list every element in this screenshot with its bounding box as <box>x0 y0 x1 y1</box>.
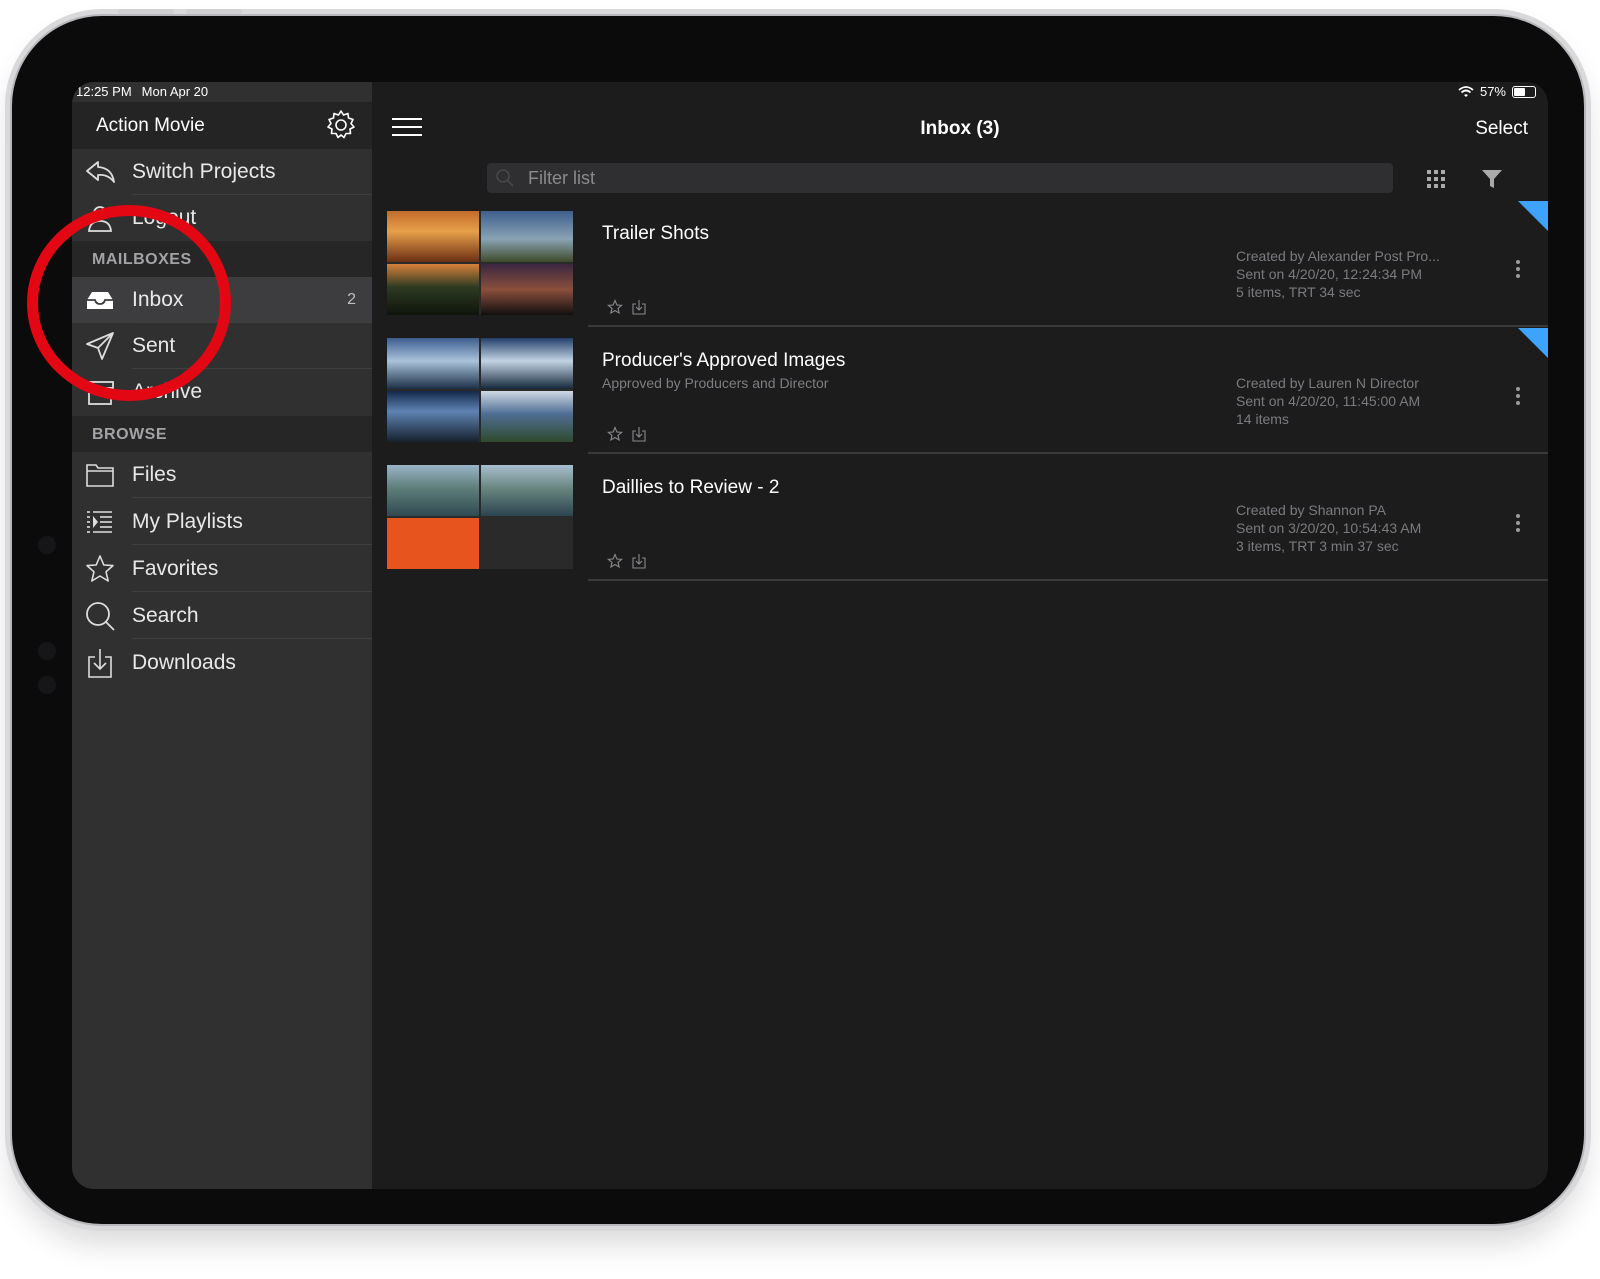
favorites-label: Favorites <box>132 557 219 580</box>
back-arrow-icon <box>86 161 115 183</box>
filter-placeholder: Filter list <box>528 168 595 188</box>
sidebar-header: Action Movie <box>72 102 372 149</box>
volume-button <box>186 9 242 14</box>
item-meta: Created by Alexander Post Pro... Sent on… <box>1236 248 1440 300</box>
download-icon <box>88 649 112 678</box>
volume-button <box>118 9 174 14</box>
divider <box>588 579 1548 581</box>
more-options-icon[interactable] <box>1515 386 1521 406</box>
item-title: Daillies to Review - 2 <box>602 477 780 498</box>
item-meta: Created by Lauren N Director Sent on 4/2… <box>1236 375 1421 427</box>
star-icon[interactable] <box>607 299 623 315</box>
sidebar-item-files[interactable]: Files <box>72 452 372 498</box>
star-icon[interactable] <box>607 426 623 442</box>
status-bar-right: 57% <box>1458 84 1536 99</box>
my-playlists-label: My Playlists <box>132 510 243 533</box>
more-options-icon[interactable] <box>1515 259 1521 279</box>
search-icon <box>86 602 115 631</box>
page-title: Inbox (3) <box>920 118 1000 139</box>
screen: Action Movie Switch Projects Logout MAIL… <box>72 82 1548 1189</box>
download-icon[interactable] <box>632 553 646 569</box>
star-icon[interactable] <box>607 553 623 569</box>
download-icon[interactable] <box>632 299 646 315</box>
sidebar-item-downloads[interactable]: Downloads <box>72 640 372 686</box>
item-title: Producer's Approved Images <box>602 350 846 371</box>
status-bar-left: 12:25 PM Mon Apr 20 <box>76 84 218 99</box>
divider <box>132 544 372 545</box>
divider <box>588 325 1548 327</box>
sensor-dot <box>38 676 56 694</box>
sensor-dot <box>38 642 56 660</box>
item-subtitle: Approved by Producers and Director <box>602 375 829 391</box>
browse-header: BROWSE <box>72 416 372 452</box>
status-time: 12:25 PM <box>76 84 132 99</box>
thumbnail <box>387 211 573 315</box>
divider <box>132 638 372 639</box>
star-icon <box>86 555 114 582</box>
switch-projects-label: Switch Projects <box>132 160 276 183</box>
inbox-count-badge: 2 <box>347 291 356 308</box>
main-panel: Inbox (3) Select Filter list Trailer Sho… <box>372 82 1548 1189</box>
list-item[interactable]: Daillies to Review - 2 Created by Shanno… <box>372 455 1548 581</box>
camera-dot <box>38 536 56 554</box>
downloads-label: Downloads <box>132 651 236 674</box>
more-options-icon[interactable] <box>1515 513 1521 533</box>
battery-icon <box>1512 85 1536 98</box>
switch-projects-item[interactable]: Switch Projects <box>72 149 372 195</box>
divider <box>132 497 372 498</box>
unread-flag <box>1518 201 1548 231</box>
playlist-icon <box>87 511 112 533</box>
divider <box>132 591 372 592</box>
progress-bar <box>387 518 479 569</box>
sidebar-item-search[interactable]: Search <box>72 593 372 639</box>
search-icon <box>496 169 514 187</box>
annotation-circle <box>27 205 231 401</box>
thumbnail <box>387 338 573 442</box>
gear-icon[interactable] <box>324 108 358 142</box>
search-label: Search <box>132 604 199 627</box>
wifi-icon <box>1458 85 1474 97</box>
status-date: Mon Apr 20 <box>141 84 209 99</box>
list-item[interactable]: Producer's Approved Images Approved by P… <box>372 328 1548 454</box>
item-meta: Created by Shannon PA Sent on 3/20/20, 1… <box>1236 502 1422 554</box>
project-title: Action Movie <box>96 115 205 136</box>
folder-icon <box>86 464 114 487</box>
item-title: Trailer Shots <box>602 223 709 244</box>
filter-icon[interactable] <box>1480 167 1504 191</box>
sidebar-item-my-playlists[interactable]: My Playlists <box>72 499 372 545</box>
files-label: Files <box>132 463 177 486</box>
unread-flag <box>1518 328 1548 358</box>
thumbnail <box>387 465 573 569</box>
ipad-frame: Action Movie Switch Projects Logout MAIL… <box>10 14 1586 1226</box>
download-icon[interactable] <box>632 426 646 442</box>
grid-view-icon[interactable] <box>1425 168 1447 190</box>
sidebar-item-favorites[interactable]: Favorites <box>72 546 372 592</box>
battery-percent: 57% <box>1479 84 1506 99</box>
filter-input[interactable]: Filter list <box>487 163 1393 193</box>
list-item[interactable]: Trailer Shots Created by Alexander Post … <box>372 201 1548 327</box>
select-button[interactable]: Select <box>1475 118 1528 140</box>
divider <box>588 452 1548 454</box>
